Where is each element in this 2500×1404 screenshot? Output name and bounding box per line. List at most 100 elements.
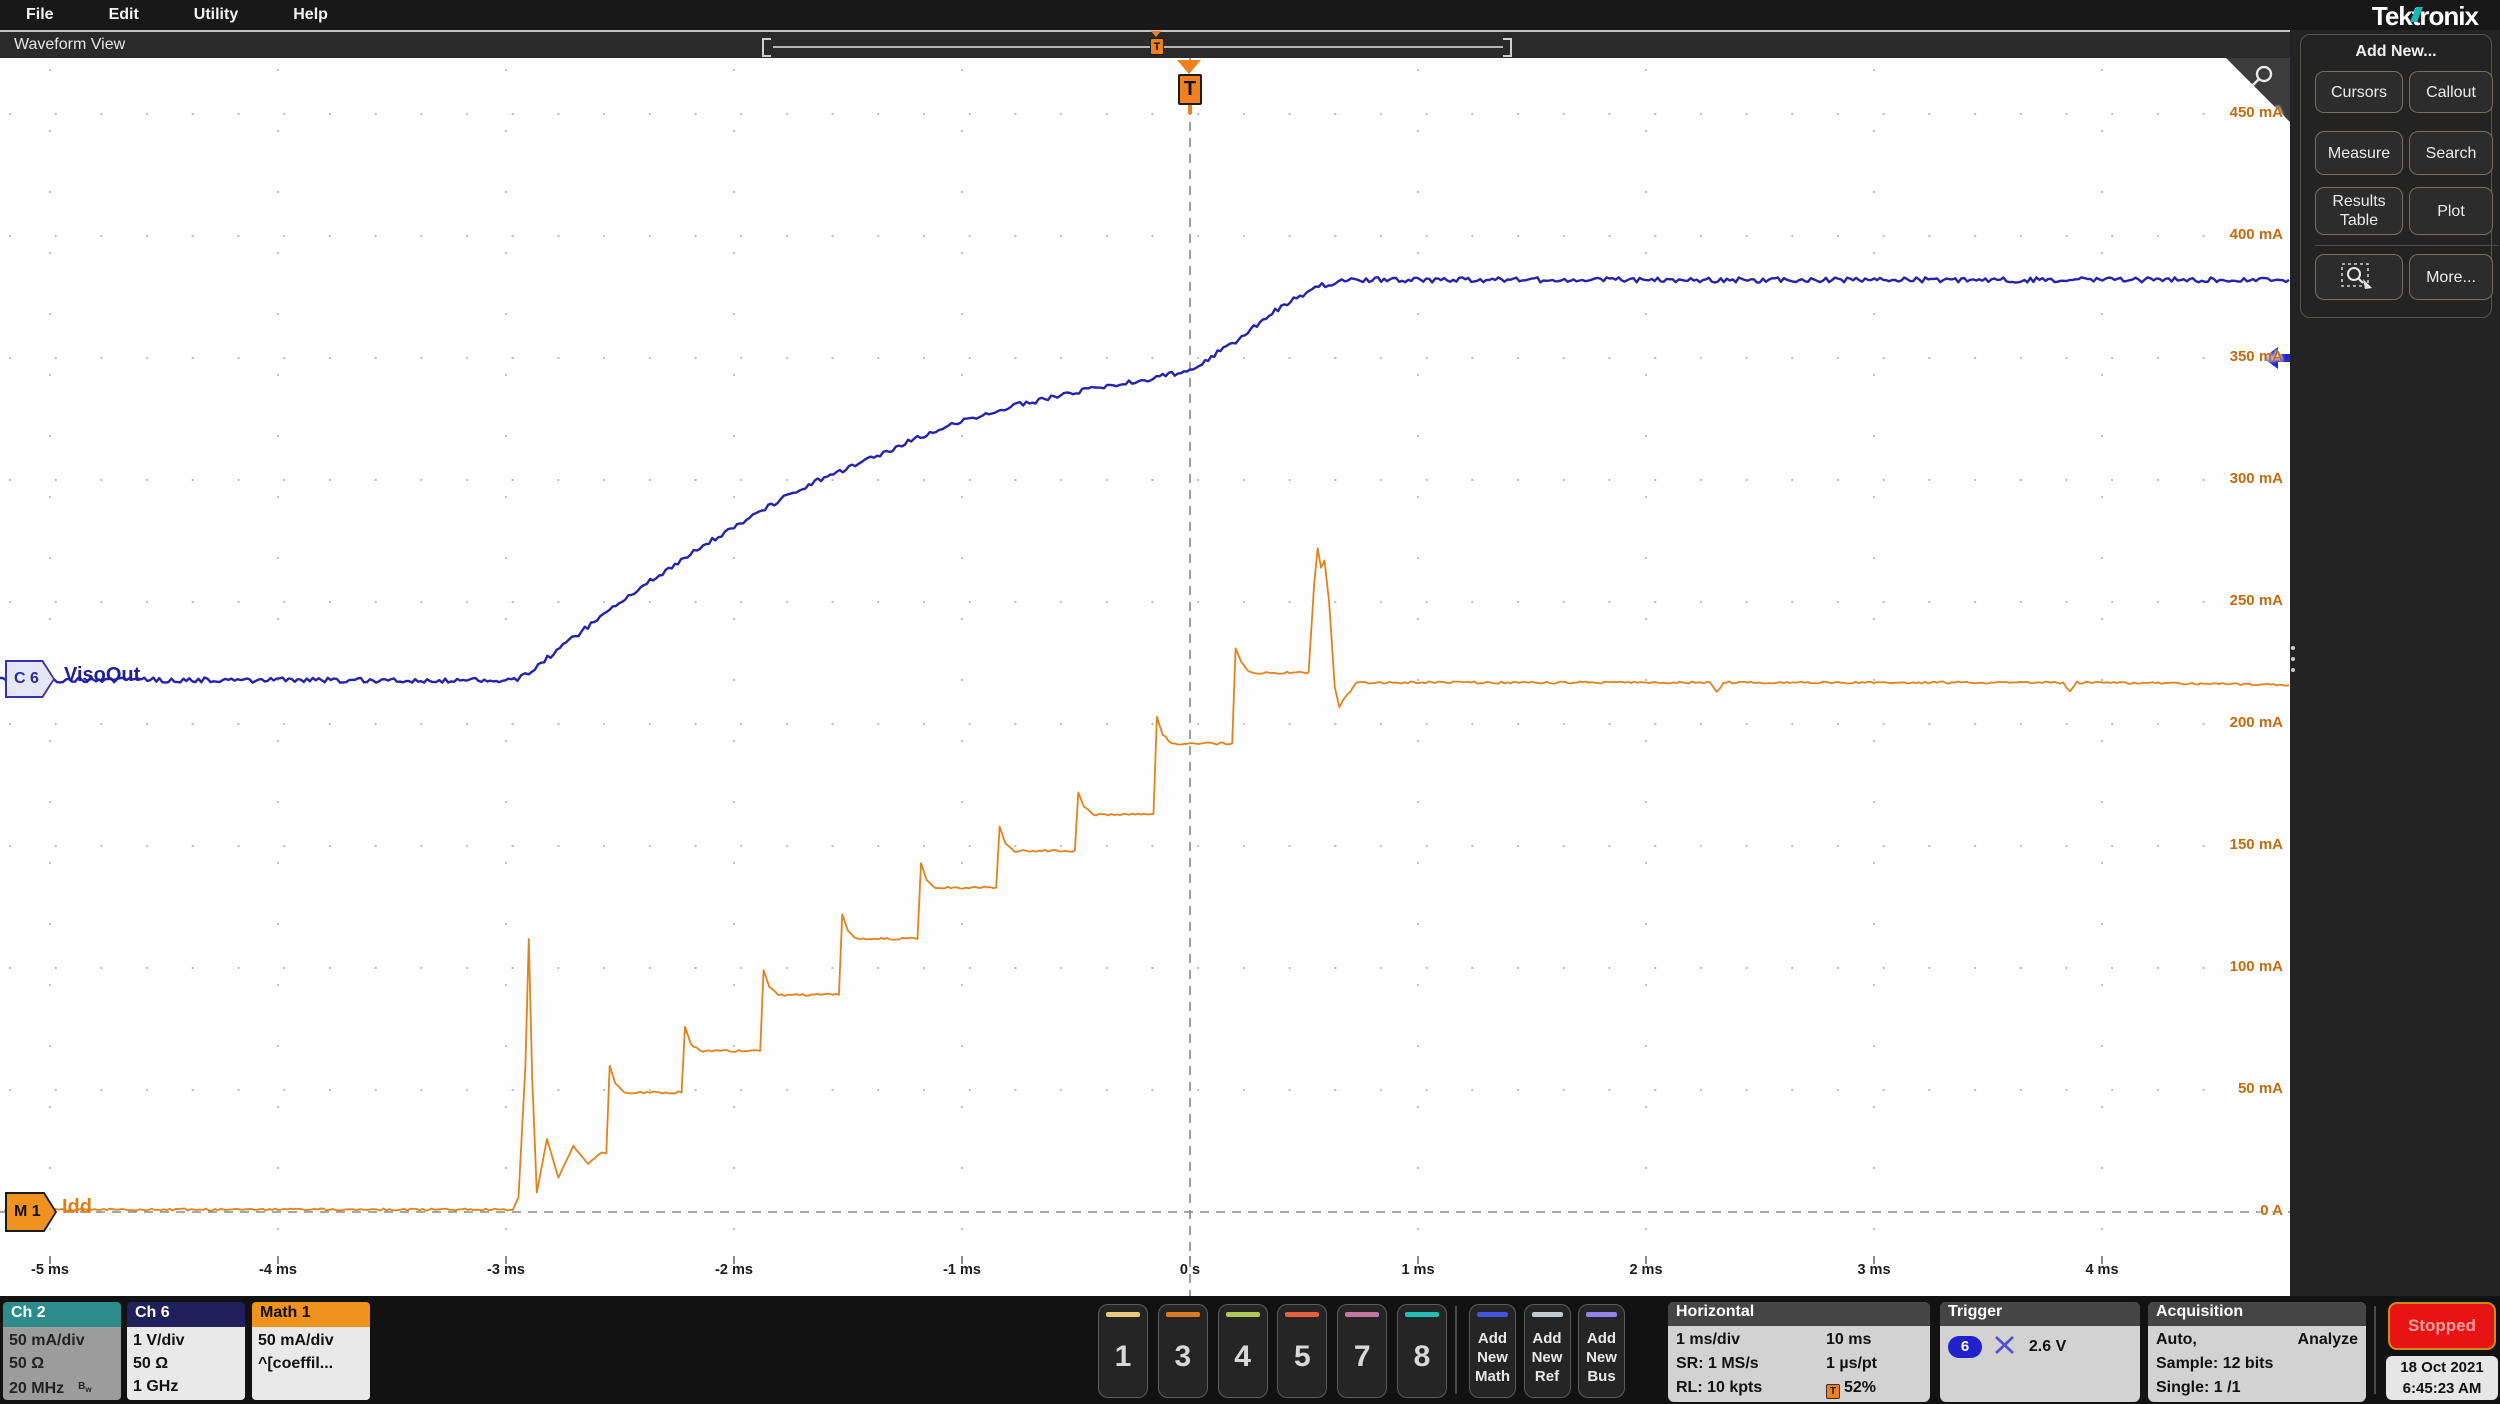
waveform-view-tab-bar: Waveform View (0, 30, 2290, 58)
record-view-bar[interactable] (773, 46, 1503, 48)
acquisition-panel-title: Acquisition (2148, 1302, 2366, 1326)
record-view-right-bracket[interactable] (1503, 38, 1512, 57)
acquisition-sample: Sample: 12 bits (2156, 1355, 2274, 1372)
channel-badge-ch-6[interactable]: Ch 6 1 V/div 50 Ω 1 GHz (127, 1302, 245, 1400)
horizontal-row: 1 ms/div 10 ms (1676, 1328, 1922, 1352)
right-sidebar: Add New... Cursors Callout Measure Search Re… (2290, 30, 2500, 1296)
y-axis-label-450: 450 mA (2229, 104, 2283, 121)
horizontal-row: RL: 10 kpts T 52% (1676, 1376, 1922, 1400)
button-add-new-math[interactable]: Add New Math (1469, 1304, 1516, 1398)
channel-badge-settings: 1 V/div 50 Ω 1 GHz (127, 1327, 245, 1400)
channel-badge-line: 50 Ω (133, 1355, 169, 1372)
channel-badge-line: ^[coeffil... (258, 1355, 334, 1372)
x-axis-label--4: -4 ms (259, 1262, 297, 1278)
x-axis-label--5: -5 ms (31, 1262, 69, 1278)
scope-channel-button-8[interactable]: 8 (1397, 1304, 1447, 1398)
scope-channel-button-label: 8 (1413, 1340, 1431, 1373)
scope-channel-button-4[interactable]: 4 (1217, 1304, 1268, 1398)
sidebar-button-cursors[interactable]: Cursors (2315, 71, 2403, 113)
y-axis-label-300: 300 mA (2229, 470, 2283, 487)
zoom-select-button[interactable] (2315, 254, 2403, 300)
scope-channel-button-7[interactable]: 7 (1337, 1304, 1388, 1398)
trigger-position-icon: T (1826, 1384, 1840, 1399)
horizontal-row-left: 1 ms/div (1676, 1331, 1741, 1348)
magnifier-icon (2251, 65, 2273, 87)
bottom-settings-bar: Ch 2 50 mA/div 50 Ω 20 MHz Bw Ch 6 1 V/div 50 Ω… (0, 1296, 2500, 1404)
button-label: Add New Bus (1586, 1329, 1617, 1385)
y-axis-label-400: 400 mA (2229, 226, 2283, 243)
channel-badge-line: 1 GHz (133, 1378, 179, 1395)
trigger-panel-title: Trigger (1940, 1302, 2140, 1326)
sidebar-button-search[interactable]: Search (2409, 131, 2493, 175)
record-view-trigger-arrow[interactable] (1151, 31, 1161, 37)
x-axis-label-0: 0 s (1179, 1262, 1201, 1278)
panel-splitter-handle[interactable] (2291, 646, 2295, 679)
scope-channel-button-label: 5 (1294, 1340, 1311, 1373)
x-axis-label--1: -1 ms (943, 1262, 981, 1278)
scope-channel-button-label: 1 (1114, 1340, 1132, 1373)
horizontal-row-left: SR: 1 MS/s (1676, 1355, 1759, 1372)
trigger-position-arrow[interactable] (1177, 60, 1201, 74)
y-axis-label-200: 200 mA (2229, 714, 2283, 731)
button-add-new-bus[interactable]: Add New Bus (1578, 1304, 1625, 1398)
horizontal-row: SR: 1 MS/s 1 µs/pt (1676, 1352, 1922, 1376)
sidebar-button-plot[interactable]: Plot (2409, 187, 2493, 235)
sidebar-button-measure[interactable]: Measure (2315, 131, 2403, 175)
menu-bar: File Edit Utility Help Tektronix (0, 0, 2500, 31)
x-axis-label-3: 3 ms (1857, 1262, 1891, 1278)
menu-item-edit[interactable]: Edit (109, 6, 139, 24)
x-axis-label-4: 4 ms (2085, 1262, 2119, 1278)
trigger-level-value: 2.6 V (2028, 1338, 2067, 1355)
scope-channel-button-3[interactable]: 3 (1157, 1304, 1208, 1398)
button-label: Add New Ref (1531, 1329, 1563, 1385)
y-axis-label-350: 350 mA (2229, 348, 2283, 365)
sidebar-button-results-table[interactable]: Results Table (2315, 187, 2403, 235)
channel-badge-line: 50 Ω (9, 1355, 45, 1372)
waveform-traces[interactable] (0, 58, 2290, 1296)
x-axis-label--3: -3 ms (487, 1262, 525, 1278)
trigger-source-badge: 6 (1948, 1336, 1982, 1358)
scope-channel-button-1[interactable]: 1 (1098, 1304, 1148, 1398)
edge-trigger-icon (1995, 1336, 2015, 1354)
datetime-display: 18 Oct 2021 6:45:23 AM (2386, 1356, 2498, 1400)
trigger-position-marker[interactable]: T (1178, 74, 1202, 105)
channel-badge-settings: 50 mA/div ^[coeffil... (252, 1327, 370, 1400)
channel-badge-settings: 50 mA/div 50 Ω 20 MHz Bw (3, 1327, 121, 1400)
horizontal-panel[interactable]: Horizontal 1 ms/div 10 ms SR: 1 MS/s 1 µs/p… (1668, 1302, 1930, 1402)
acquisition-mode: Auto, (2156, 1331, 2197, 1348)
bandwidth-limit-tag: Bw (78, 1381, 92, 1394)
channel-badge-line: 50 mA/div (9, 1332, 85, 1349)
channel-badge-math-1[interactable]: Math 1 50 mA/div ^[coeffil... (252, 1302, 370, 1400)
acquisition-single: Single: 1 /1 (2156, 1379, 2241, 1396)
y-axis-label-100: 100 mA (2229, 958, 2283, 975)
channel-badge-name: Math 1 (252, 1302, 370, 1327)
y-axis-label-50: 50 mA (2237, 1080, 2283, 1097)
scope-channel-button-label: 3 (1174, 1340, 1192, 1373)
menu-item-file[interactable]: File (26, 6, 54, 24)
horizontal-row-left: RL: 10 kpts (1676, 1379, 1763, 1396)
channel-badge-ch-2[interactable]: Ch 2 50 mA/div 50 Ω 20 MHz Bw (3, 1302, 121, 1400)
button-add-new-ref[interactable]: Add New Ref (1523, 1304, 1571, 1398)
math1-trace-name: Idd (62, 1196, 92, 1218)
math1-trace-badge-label: M 1 (7, 1194, 55, 1230)
x-axis-label-1: 1 ms (1401, 1262, 1435, 1278)
trigger-panel[interactable]: Trigger 6 2.6 V (1940, 1302, 2140, 1402)
y-axis-label-0: 0 A (2260, 1202, 2283, 1219)
record-view-left-bracket[interactable] (762, 38, 771, 57)
menu-item-utility[interactable]: Utility (194, 6, 238, 24)
divider (2374, 1306, 2376, 1394)
more-button[interactable]: More... (2409, 254, 2493, 300)
horizontal-panel-title: Horizontal (1668, 1302, 1930, 1326)
date-value: 18 Oct 2021 (2400, 1359, 2484, 1376)
acquisition-panel[interactable]: Acquisition Auto, Analyze Sample: 12 bit… (2148, 1302, 2366, 1402)
run-stop-button[interactable]: Stopped (2388, 1302, 2496, 1350)
trigger-marker-tail (1188, 105, 1192, 114)
sidebar-button-callout[interactable]: Callout (2409, 71, 2493, 113)
menu-item-help[interactable]: Help (293, 6, 328, 24)
time-value: 6:45:23 AM (2402, 1380, 2482, 1397)
record-view-trigger-marker[interactable]: T (1150, 38, 1164, 55)
scope-channel-button-5[interactable]: 5 (1277, 1304, 1328, 1398)
sidebar-divider (2315, 245, 2499, 246)
channel-badge-name: Ch 2 (3, 1302, 121, 1327)
add-new-header: Add New... (2355, 43, 2437, 60)
